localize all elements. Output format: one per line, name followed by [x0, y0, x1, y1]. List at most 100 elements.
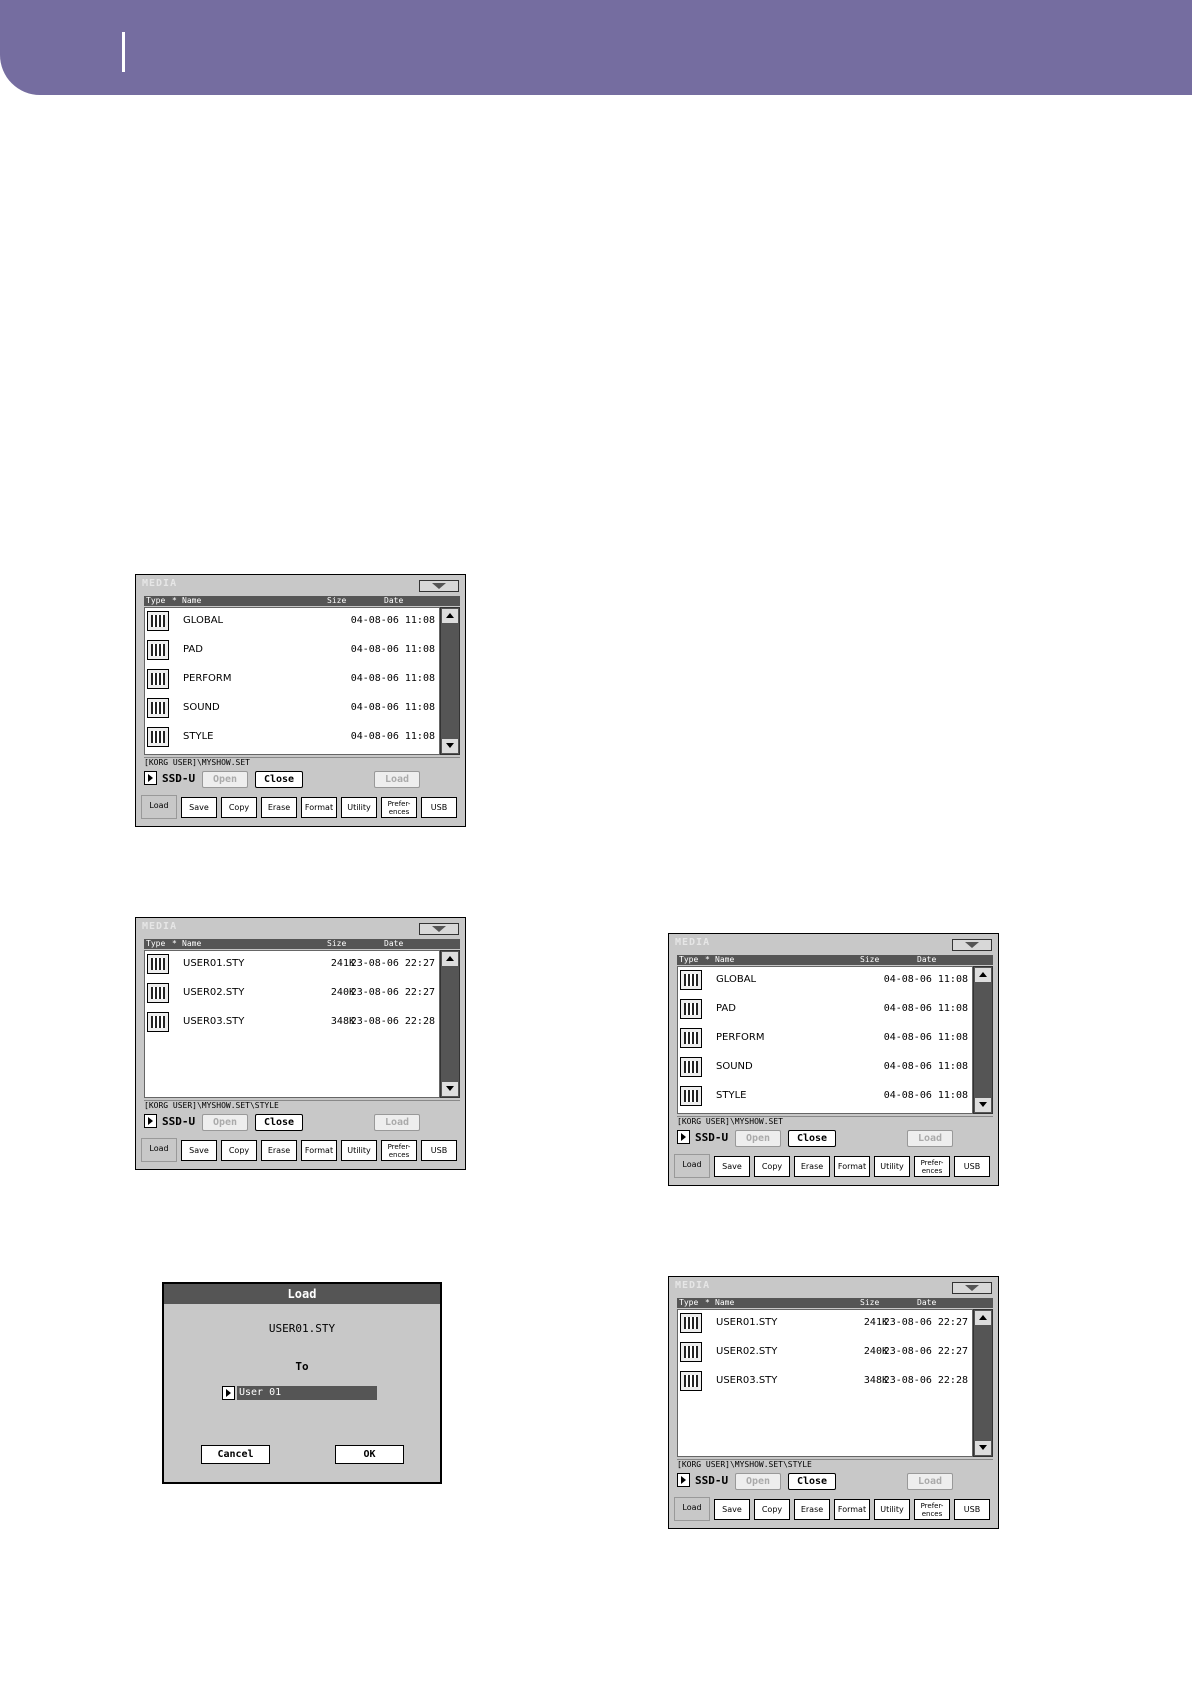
tab-erase[interactable]: Erase — [794, 1499, 830, 1520]
page-menu-button[interactable] — [419, 923, 459, 935]
screen-title: MEDIA — [142, 578, 178, 589]
tab-erase[interactable]: Erase — [794, 1156, 830, 1177]
tab-erase[interactable]: Erase — [261, 1140, 297, 1161]
close-button[interactable]: Close — [255, 771, 303, 788]
scroll-up-icon[interactable] — [975, 1311, 991, 1325]
page-menu-button[interactable] — [952, 939, 992, 951]
device-select-arrow-icon[interactable] — [677, 1130, 690, 1144]
tab-load[interactable]: Load — [674, 1154, 710, 1178]
column-header: Type * Name Size Date — [144, 596, 460, 606]
scrollbar[interactable] — [973, 966, 993, 1114]
tab-preferences[interactable]: Prefer- ences — [381, 797, 417, 818]
tab-format[interactable]: Format — [301, 797, 337, 818]
load-button[interactable]: Load — [907, 1473, 953, 1490]
item-date: 23-08-06 22:28 — [883, 1375, 968, 1386]
close-button[interactable]: Close — [788, 1130, 836, 1147]
load-button[interactable]: Load — [374, 771, 420, 788]
item-date: 04-08-06 11:08 — [883, 1090, 968, 1101]
scrollbar[interactable] — [440, 950, 460, 1098]
item-name: PAD — [716, 1003, 736, 1014]
column-name: Name — [182, 939, 202, 948]
load-button[interactable]: Load — [374, 1114, 420, 1131]
item-name: GLOBAL — [716, 974, 757, 985]
list-item[interactable]: STYLE 04-08-06 11:08 — [678, 1083, 972, 1112]
list-item[interactable]: USER03.STY 348K 23-08-06 22:28 — [145, 1009, 439, 1038]
close-button[interactable]: Close — [788, 1473, 836, 1490]
load-dialog: Load USER01.STY To User 01 Cancel OK — [162, 1282, 442, 1484]
tab-usb[interactable]: USB — [954, 1156, 990, 1177]
open-button[interactable]: Open — [202, 771, 248, 788]
tab-copy[interactable]: Copy — [221, 1140, 257, 1161]
list-item[interactable]: USER01.STY 241K 23-08-06 22:27 — [678, 1310, 972, 1339]
device-select-arrow-icon[interactable] — [144, 1114, 157, 1128]
tab-load[interactable]: Load — [141, 795, 177, 819]
list-item[interactable]: SOUND 04-08-06 11:08 — [145, 695, 439, 724]
list-item[interactable]: USER01.STY 241K 23-08-06 22:27 — [145, 951, 439, 980]
device-name: SSD-U — [162, 772, 196, 785]
list-item[interactable]: USER02.STY 240K 23-08-06 22:27 — [678, 1339, 972, 1368]
target-field[interactable]: User 01 — [237, 1386, 377, 1400]
media-screen-1: MEDIA Type * Name Size Date GLOBAL 04-08-06 11:… — [135, 574, 466, 827]
list-item[interactable]: GLOBAL 04-08-06 11:08 — [678, 967, 972, 996]
tab-copy[interactable]: Copy — [221, 797, 257, 818]
tab-utility[interactable]: Utility — [341, 797, 377, 818]
scrollbar[interactable] — [973, 1309, 993, 1457]
list-item[interactable]: USER03.STY 348K 23-08-06 22:28 — [678, 1368, 972, 1397]
open-button[interactable]: Open — [202, 1114, 248, 1131]
scroll-up-icon[interactable] — [442, 952, 458, 966]
load-button[interactable]: Load — [907, 1130, 953, 1147]
open-button[interactable]: Open — [735, 1473, 781, 1490]
open-button[interactable]: Open — [735, 1130, 781, 1147]
tab-save[interactable]: Save — [181, 797, 217, 818]
scroll-up-icon[interactable] — [975, 968, 991, 982]
tab-format[interactable]: Format — [834, 1156, 870, 1177]
tab-format[interactable]: Format — [834, 1499, 870, 1520]
tab-utility[interactable]: Utility — [341, 1140, 377, 1161]
list-item[interactable]: PAD 04-08-06 11:08 — [145, 637, 439, 666]
list-item[interactable]: SOUND 04-08-06 11:08 — [678, 1054, 972, 1083]
tab-save[interactable]: Save — [714, 1499, 750, 1520]
list-item[interactable]: USER02.STY 240K 23-08-06 22:27 — [145, 980, 439, 1009]
tab-copy[interactable]: Copy — [754, 1156, 790, 1177]
tab-copy[interactable]: Copy — [754, 1499, 790, 1520]
list-item[interactable]: STYLE 04-08-06 11:08 — [145, 724, 439, 753]
tab-load[interactable]: Load — [674, 1497, 710, 1521]
tab-load[interactable]: Load — [141, 1138, 177, 1162]
list-item[interactable]: GLOBAL 04-08-06 11:08 — [145, 608, 439, 637]
tab-usb[interactable]: USB — [421, 1140, 457, 1161]
tab-utility[interactable]: Utility — [874, 1156, 910, 1177]
tab-preferences[interactable]: Prefer- ences — [381, 1140, 417, 1161]
media-screen-3: MEDIA Type * Name Size Date GLOBAL 04-08-06 11:… — [668, 933, 999, 1186]
device-select-arrow-icon[interactable] — [144, 771, 157, 785]
item-name: USER02.STY — [716, 1346, 778, 1357]
ok-button[interactable]: OK — [335, 1445, 404, 1464]
dialog-to-label: To — [295, 1360, 309, 1373]
tab-preferences[interactable]: Prefer- ences — [914, 1499, 950, 1520]
tab-erase[interactable]: Erase — [261, 797, 297, 818]
tab-utility[interactable]: Utility — [874, 1499, 910, 1520]
tab-bar: Load Save Copy Erase Format Utility Prefer- en… — [140, 1138, 461, 1166]
tab-bar: Load Save Copy Erase Format Utility Prefer- en… — [673, 1154, 994, 1182]
tab-usb[interactable]: USB — [954, 1499, 990, 1520]
tab-save[interactable]: Save — [181, 1140, 217, 1161]
device-select-arrow-icon[interactable] — [677, 1473, 690, 1487]
page-menu-button[interactable] — [952, 1282, 992, 1294]
scroll-down-icon[interactable] — [442, 739, 458, 753]
tab-preferences[interactable]: Prefer- ences — [914, 1156, 950, 1177]
scroll-down-icon[interactable] — [442, 1082, 458, 1096]
tab-usb[interactable]: USB — [421, 797, 457, 818]
scroll-up-icon[interactable] — [442, 609, 458, 623]
list-item[interactable]: PAD 04-08-06 11:08 — [678, 996, 972, 1025]
scrollbar[interactable] — [440, 607, 460, 755]
list-item[interactable]: PERFORM 04-08-06 11:08 — [678, 1025, 972, 1054]
target-select-arrow-icon[interactable] — [222, 1386, 235, 1400]
list-item[interactable]: PERFORM 04-08-06 11:08 — [145, 666, 439, 695]
tab-save[interactable]: Save — [714, 1156, 750, 1177]
cancel-button[interactable]: Cancel — [201, 1445, 270, 1464]
pad-folder-icon — [147, 640, 169, 660]
page-menu-button[interactable] — [419, 580, 459, 592]
scroll-down-icon[interactable] — [975, 1441, 991, 1455]
scroll-down-icon[interactable] — [975, 1098, 991, 1112]
tab-format[interactable]: Format — [301, 1140, 337, 1161]
close-button[interactable]: Close — [255, 1114, 303, 1131]
